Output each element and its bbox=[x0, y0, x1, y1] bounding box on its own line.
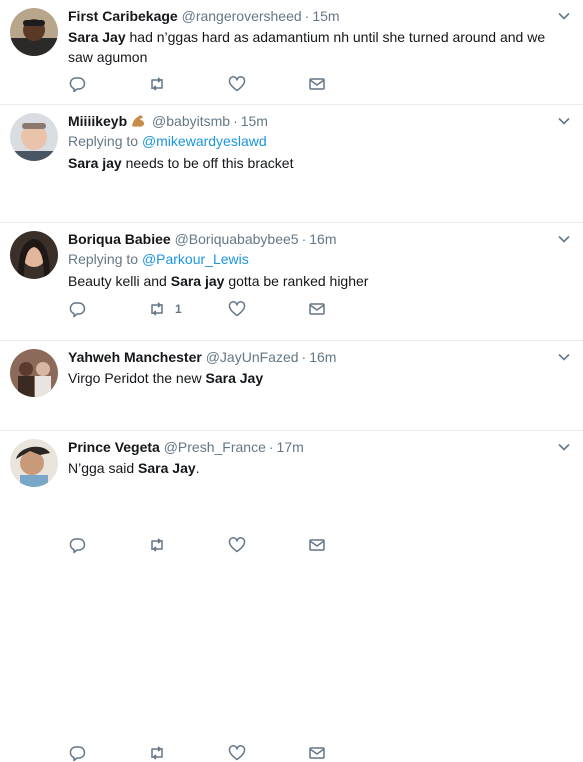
display-name[interactable]: First Caribekage bbox=[68, 8, 178, 24]
retweet-button[interactable] bbox=[148, 744, 228, 762]
retweet-button[interactable] bbox=[148, 536, 228, 554]
chevron-down-icon[interactable] bbox=[557, 350, 571, 364]
like-button[interactable] bbox=[228, 744, 308, 762]
tweet-text: N’gga said Sara Jay. bbox=[68, 458, 563, 478]
reply-mention-link[interactable]: @mikewardyeslawd bbox=[142, 133, 267, 149]
replying-to-label: Replying to bbox=[68, 251, 139, 267]
avatar[interactable] bbox=[10, 439, 58, 487]
chevron-down-icon[interactable] bbox=[557, 440, 571, 454]
tweet-text-pre: Virgo Peridot the new bbox=[68, 370, 206, 386]
avatar[interactable] bbox=[10, 113, 58, 161]
tweet-text: Virgo Peridot the new Sara Jay bbox=[68, 368, 563, 388]
like-button[interactable] bbox=[228, 75, 308, 93]
avatar[interactable] bbox=[10, 349, 58, 397]
separator-dot: · bbox=[304, 8, 310, 24]
replying-to-label: Replying to bbox=[68, 133, 139, 149]
heart-icon bbox=[228, 745, 246, 761]
chevron-down-icon[interactable] bbox=[557, 232, 571, 246]
chevron-down-icon[interactable] bbox=[557, 114, 571, 128]
direct-message-button[interactable] bbox=[308, 744, 388, 762]
tweet-actions bbox=[68, 75, 388, 93]
reply-button[interactable] bbox=[68, 744, 148, 762]
reply-mention-link[interactable]: @Parkour_Lewis bbox=[142, 251, 249, 267]
avatar-image bbox=[10, 8, 58, 56]
highlight-term: Sara Jay bbox=[205, 370, 264, 386]
user-handle[interactable]: @Boriquababybee5 bbox=[175, 231, 299, 247]
tweet-item[interactable]: Boriqua Babiee @Boriquababybee5 · 16m Repl… bbox=[0, 223, 583, 554]
reply-button[interactable] bbox=[68, 75, 148, 93]
avatar-image bbox=[10, 113, 58, 161]
separator-dot: · bbox=[268, 439, 274, 455]
tweet-text-pre: Beauty kelli and bbox=[68, 273, 171, 289]
direct-message-button[interactable] bbox=[308, 75, 388, 93]
tweet-item[interactable]: Yahweh Manchester @JayUnFazed · 16m Virgo … bbox=[0, 341, 583, 762]
timestamp[interactable]: 17m bbox=[277, 439, 304, 455]
user-handle[interactable]: @babyitsmb bbox=[152, 113, 230, 129]
tweet-text: Sara jay needs to be off this bracket bbox=[68, 153, 563, 173]
timestamp[interactable]: 15m bbox=[241, 113, 268, 129]
user-handle[interactable]: @rangeroversheed bbox=[182, 8, 302, 24]
display-name[interactable]: Boriqua Babiee bbox=[68, 231, 171, 247]
avatar[interactable] bbox=[10, 231, 58, 279]
avatar-image bbox=[10, 349, 58, 397]
highlight-term: Sara jay bbox=[68, 155, 122, 171]
tweet-text-rest: . bbox=[195, 460, 200, 476]
tweet-text: Sara Jay had n’ggas hard as adamantium n… bbox=[68, 27, 563, 67]
timestamp[interactable]: 15m bbox=[312, 8, 339, 24]
like-button[interactable] bbox=[228, 536, 308, 554]
separator-dot: · bbox=[301, 231, 307, 247]
replying-to: Replying to @mikewardyeslawd bbox=[68, 132, 571, 151]
flexed-biceps-icon bbox=[132, 115, 145, 127]
tweet-text-rest: gotta be ranked higher bbox=[224, 273, 369, 289]
highlight-term: Sara Jay bbox=[68, 29, 126, 45]
reply-icon bbox=[69, 77, 86, 93]
reply-icon bbox=[69, 538, 86, 554]
retweet-icon bbox=[151, 77, 163, 91]
retweet-button[interactable] bbox=[148, 75, 228, 93]
tweet-actions bbox=[68, 744, 388, 762]
envelope-icon bbox=[309, 78, 325, 90]
timestamp[interactable]: 16m bbox=[309, 231, 336, 247]
heart-icon bbox=[228, 537, 246, 553]
tweet-text-pre: N’gga said bbox=[68, 460, 139, 476]
separator-dot: · bbox=[233, 113, 238, 129]
tweet-item[interactable]: Prince Vegeta @Presh_France · 17m N’gga sa… bbox=[0, 431, 583, 488]
envelope-icon bbox=[309, 747, 325, 759]
tweet-item[interactable]: Miiiikeyb @babyitsmb · 15m Replying to @mi… bbox=[0, 105, 583, 318]
highlight-term: Sara jay bbox=[170, 273, 225, 289]
tweet-text: Beauty kelli and Sara jay gotta be ranke… bbox=[68, 271, 563, 291]
avatar[interactable] bbox=[10, 8, 58, 56]
timestamp[interactable]: 16m bbox=[309, 349, 336, 365]
tweet-text-rest: had n’ggas hard as adamantium nh until s… bbox=[68, 29, 546, 65]
reply-icon bbox=[69, 746, 86, 762]
highlight-term: Sara Jay bbox=[138, 460, 196, 476]
display-name[interactable]: Yahweh Manchester bbox=[68, 349, 202, 365]
reply-button[interactable] bbox=[68, 536, 148, 554]
avatar-image bbox=[10, 231, 58, 279]
tweet-item[interactable]: First Caribekage @rangeroversheed · 15m Sa… bbox=[0, 0, 583, 105]
heart-icon bbox=[228, 76, 246, 92]
replying-to: Replying to @Parkour_Lewis bbox=[68, 250, 571, 269]
retweet-icon bbox=[151, 538, 163, 552]
envelope-icon bbox=[309, 539, 325, 551]
user-handle[interactable]: @Presh_France bbox=[164, 439, 266, 455]
separator-dot: · bbox=[301, 349, 307, 365]
direct-message-button[interactable] bbox=[308, 536, 388, 554]
user-handle[interactable]: @JayUnFazed bbox=[206, 349, 299, 365]
retweet-icon bbox=[151, 746, 163, 760]
tweet-text-rest: needs to be off this bracket bbox=[121, 155, 294, 171]
chevron-down-icon[interactable] bbox=[557, 9, 571, 23]
avatar-image bbox=[10, 439, 58, 487]
display-name[interactable]: Prince Vegeta bbox=[68, 439, 160, 455]
tweet-actions bbox=[68, 536, 388, 554]
display-name[interactable]: Miiiikeyb bbox=[68, 113, 127, 129]
